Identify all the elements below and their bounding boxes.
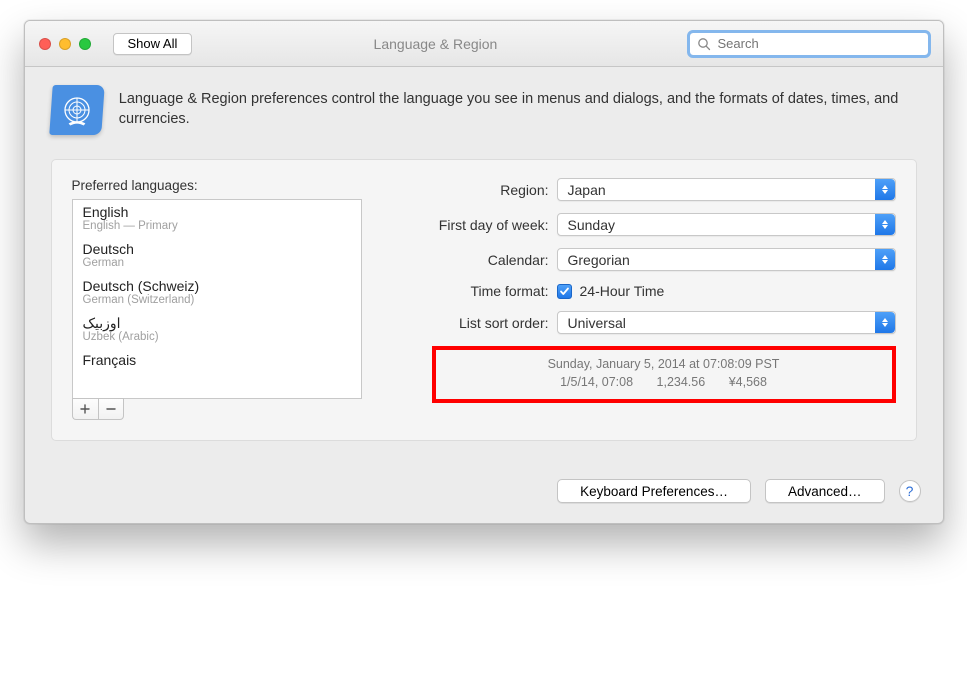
search-field-wrap xyxy=(689,32,929,56)
remove-language-button[interactable] xyxy=(98,398,124,420)
titlebar: Show All Language & Region xyxy=(25,21,943,67)
language-list[interactable]: English English — Primary Deutsch German… xyxy=(72,199,362,399)
plus-icon xyxy=(80,404,90,414)
language-region-icon xyxy=(49,85,105,135)
preferred-languages-label: Preferred languages: xyxy=(72,178,362,193)
settings-panel: Preferred languages: English English — P… xyxy=(51,159,917,441)
sample-short-date: 1/5/14, 07:08 xyxy=(560,375,633,389)
language-name: Deutsch (Schweiz) xyxy=(83,279,351,294)
language-subtitle: English — Primary xyxy=(83,220,351,233)
language-name: Français xyxy=(83,353,351,368)
help-button[interactable]: ? xyxy=(899,480,921,502)
list-item[interactable]: English English — Primary xyxy=(73,200,361,237)
list-item[interactable]: Deutsch (Schweiz) German (Switzerland) xyxy=(73,274,361,311)
region-label: Region: xyxy=(402,182,557,198)
content-area: Language & Region preferences control th… xyxy=(25,67,943,463)
list-sort-label: List sort order: xyxy=(402,315,557,331)
time-format-checkbox[interactable] xyxy=(557,284,572,299)
list-sort-value: Universal xyxy=(568,315,626,331)
list-sort-select[interactable]: Universal xyxy=(557,311,896,334)
region-select[interactable]: Japan xyxy=(557,178,896,201)
language-subtitle: German xyxy=(83,257,351,270)
footer-buttons: Keyboard Preferences… Advanced… ? xyxy=(25,463,943,523)
select-arrows-icon xyxy=(875,249,895,270)
search-icon xyxy=(697,37,711,51)
select-arrows-icon xyxy=(875,312,895,333)
first-day-label: First day of week: xyxy=(402,217,557,233)
close-button[interactable] xyxy=(39,38,51,50)
sample-number: 1,234.56 xyxy=(657,375,706,389)
time-format-label: Time format: xyxy=(402,283,557,299)
show-all-button[interactable]: Show All xyxy=(113,33,193,55)
first-day-value: Sunday xyxy=(568,217,615,233)
calendar-label: Calendar: xyxy=(402,252,557,268)
zoom-button[interactable] xyxy=(79,38,91,50)
minus-icon xyxy=(106,404,116,414)
minimize-button[interactable] xyxy=(59,38,71,50)
list-item[interactable]: Deutsch German xyxy=(73,237,361,274)
list-item[interactable]: Français xyxy=(73,348,361,372)
header-text: Language & Region preferences control th… xyxy=(119,90,917,129)
first-day-select[interactable]: Sunday xyxy=(557,213,896,236)
advanced-button[interactable]: Advanced… xyxy=(765,479,885,503)
traffic-lights xyxy=(39,38,91,50)
keyboard-preferences-button[interactable]: Keyboard Preferences… xyxy=(557,479,751,503)
sample-currency: ¥4,568 xyxy=(729,375,767,389)
language-subtitle: German (Switzerland) xyxy=(83,294,351,307)
language-region-window: Show All Language & Region xyxy=(24,20,944,524)
calendar-value: Gregorian xyxy=(568,252,630,268)
add-language-button[interactable] xyxy=(72,398,98,420)
language-subtitle: Uzbek (Arabic) xyxy=(83,331,351,344)
window-title: Language & Region xyxy=(202,36,678,52)
preferred-languages-column: Preferred languages: English English — P… xyxy=(72,178,362,420)
select-arrows-icon xyxy=(875,179,895,200)
add-remove-buttons xyxy=(72,398,362,420)
search-input[interactable] xyxy=(689,32,929,56)
format-sample-box: Sunday, January 5, 2014 at 07:08:09 PST … xyxy=(432,346,896,403)
region-value: Japan xyxy=(568,182,606,198)
calendar-select[interactable]: Gregorian xyxy=(557,248,896,271)
header-description: Language & Region preferences control th… xyxy=(51,85,917,135)
sample-long-date: Sunday, January 5, 2014 at 07:08:09 PST xyxy=(452,356,876,374)
format-settings-column: Region: Japan First day of week: Sunday xyxy=(402,178,896,420)
checkmark-icon xyxy=(559,286,570,297)
select-arrows-icon xyxy=(875,214,895,235)
time-format-checkbox-label: 24-Hour Time xyxy=(580,283,665,299)
language-name: اوزبیک xyxy=(83,316,351,331)
language-name: English xyxy=(83,205,351,220)
language-name: Deutsch xyxy=(83,242,351,257)
list-item[interactable]: اوزبیک Uzbek (Arabic) xyxy=(73,311,361,348)
